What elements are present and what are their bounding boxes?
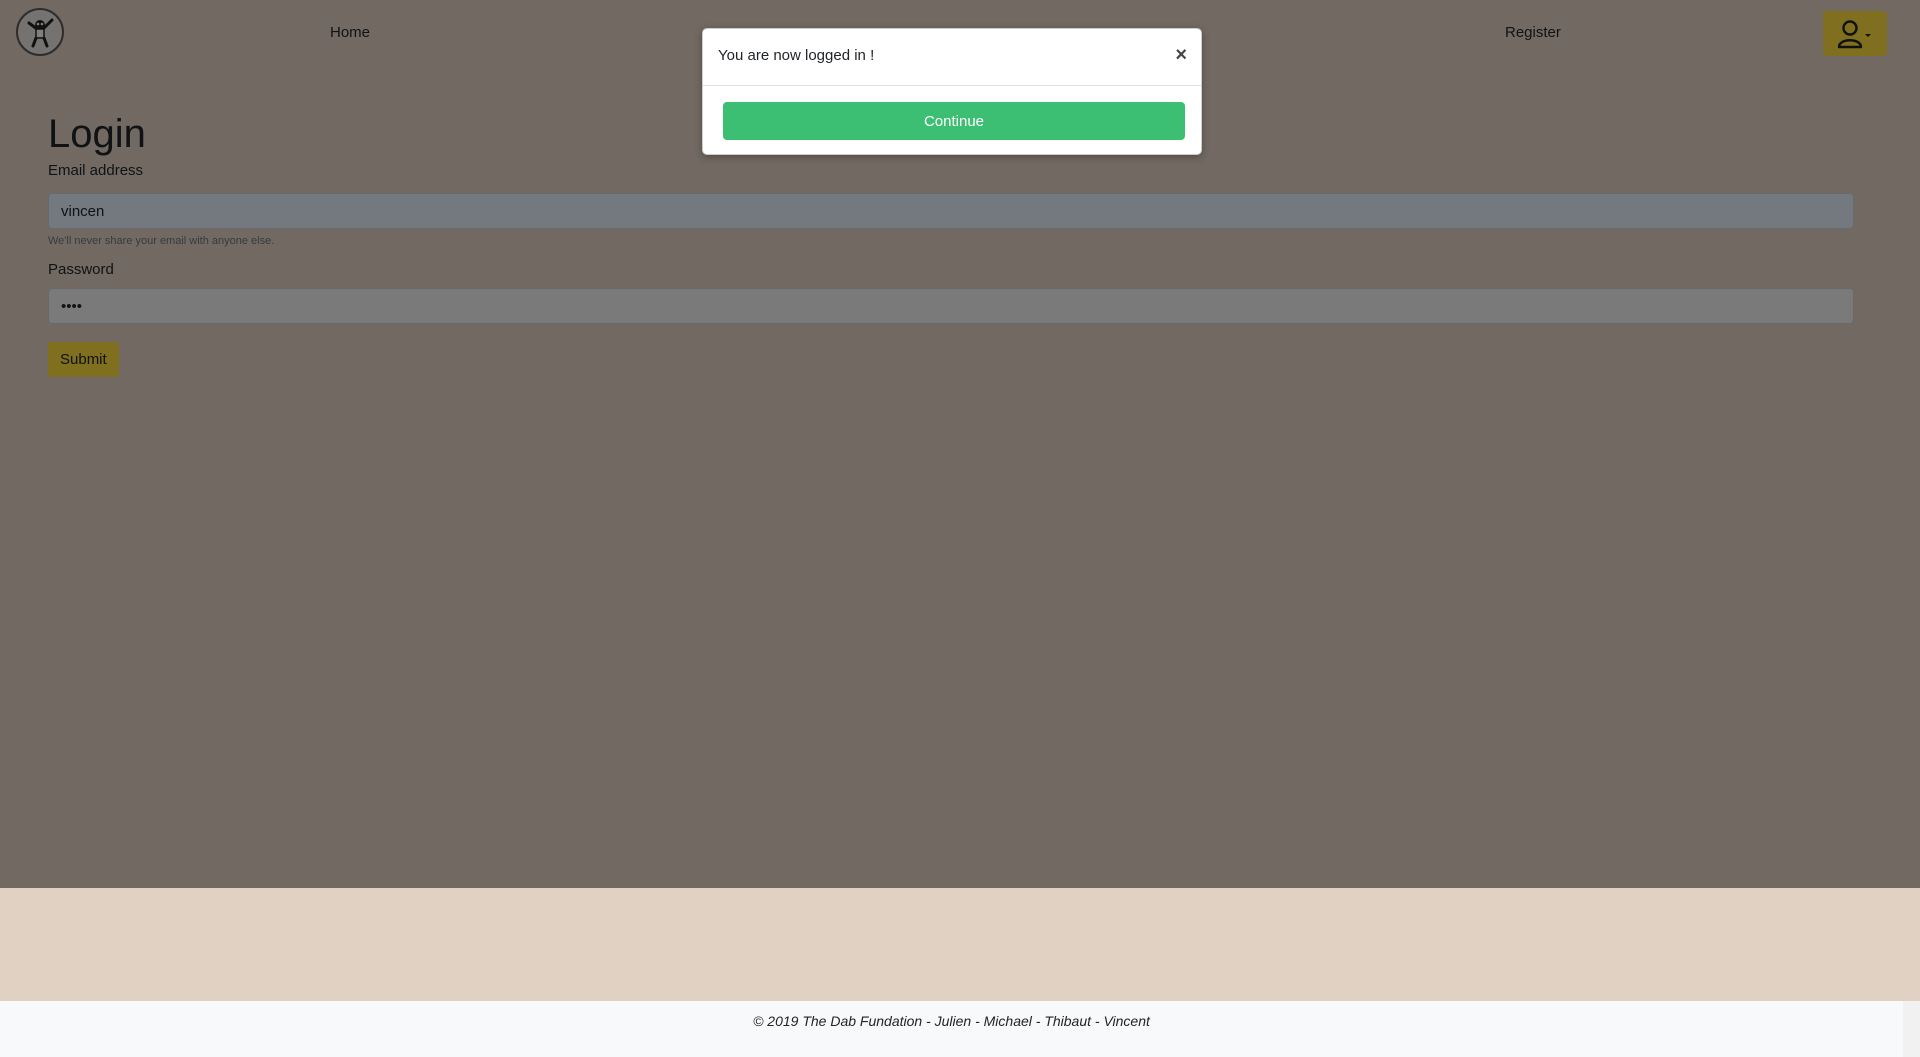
login-success-modal: You are now logged in ! × Continue — [702, 28, 1202, 155]
modal-message: You are now logged in ! — [718, 47, 875, 64]
continue-button[interactable]: Continue — [723, 102, 1185, 140]
close-icon[interactable]: × — [1175, 43, 1187, 67]
scrollbar[interactable] — [1903, 1001, 1920, 1057]
footer: © 2019 The Dab Fundation - Julien - Mich… — [0, 1001, 1903, 1057]
footer-spacer — [0, 888, 1920, 1002]
modal-header: You are now logged in ! × — [703, 29, 1201, 86]
footer-copyright: © 2019 The Dab Fundation - Julien - Mich… — [753, 1013, 1150, 1029]
